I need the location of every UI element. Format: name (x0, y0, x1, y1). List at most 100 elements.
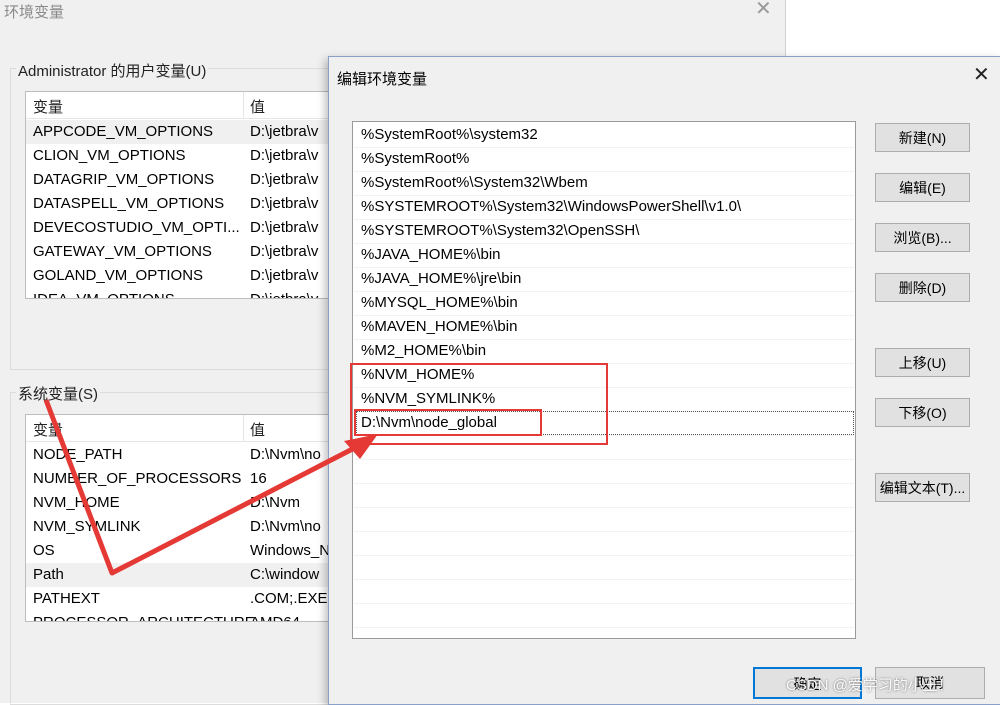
dialog-title: 环境变量 (4, 4, 65, 21)
table-row[interactable]: APPCODE_VM_OPTIONS D:\jetbra\v (26, 120, 331, 144)
column-separator[interactable] (243, 92, 244, 118)
variable-name: DATASPELL_VM_OPTIONS (33, 195, 225, 212)
variable-value: D:\jetbra\v (250, 123, 319, 140)
table-row[interactable]: GOLAND_VM_OPTIONS D:\jetbra\v (26, 264, 331, 288)
variable-name: APPCODE_VM_OPTIONS (33, 123, 214, 140)
system-variables-list[interactable]: 变量 值 NODE_PATH D:\Nvm\no NUMBER_OF_PROCESS… (25, 414, 332, 622)
path-entry-text: %MYSQL_HOME%\bin (361, 294, 518, 311)
variable-value: D:\jetbra\v (250, 291, 318, 298)
browse-button[interactable]: 浏览(B)... (875, 223, 970, 252)
path-entry-row[interactable]: %SystemRoot% (354, 147, 854, 172)
user-variables-label: Administrator 的用户变量(U) (16, 60, 209, 81)
edit-text-button[interactable]: 编辑文本(T)... (875, 473, 970, 502)
variable-name: CLION_VM_OPTIONS (33, 147, 186, 164)
variable-name: NUMBER_OF_PROCESSORS (33, 470, 242, 487)
column-header-name[interactable]: 变量 (33, 96, 63, 117)
list-header: 变量 值 (26, 92, 331, 119)
watermark: CSDN @爱学习的小王！ (786, 677, 953, 694)
variable-value: D:\jetbra\v (250, 171, 319, 188)
variable-value: D:\jetbra\v (250, 267, 319, 284)
variable-name: GOLAND_VM_OPTIONS (33, 267, 204, 284)
path-entry-text: %SystemRoot%\System32\Wbem (361, 174, 588, 191)
variable-name: PROCESSOR_ARCHITECTURE (33, 614, 255, 621)
variable-name: DATAGRIP_VM_OPTIONS (33, 171, 215, 188)
variable-value: C:\window (250, 566, 320, 583)
new-button[interactable]: 新建(N) (875, 123, 970, 152)
delete-button[interactable]: 删除(D) (875, 273, 970, 302)
path-entry-text: %SYSTEMROOT%\System32\WindowsPowerShell\… (361, 198, 742, 215)
highlight-box-node-global (354, 409, 542, 436)
table-row[interactable]: PATHEXT .COM;.EXE; (26, 587, 332, 611)
table-row[interactable]: NVM_SYMLINK D:\Nvm\no (26, 515, 331, 539)
variable-value: D:\jetbra\v (250, 219, 319, 236)
table-row[interactable]: DATAGRIP_VM_OPTIONS D:\jetbra\v (26, 168, 331, 192)
column-separator[interactable] (243, 415, 244, 441)
variable-name: PATHEXT (33, 590, 100, 607)
variable-value: 16 (250, 470, 267, 487)
variable-name: NVM_SYMLINK (33, 518, 141, 535)
move-down-button[interactable]: 下移(O) (875, 398, 970, 427)
close-icon[interactable]: ✕ (973, 65, 990, 85)
path-entry-row[interactable]: %M2_HOME%\bin (354, 339, 854, 364)
dialog-title: 编辑环境变量 (337, 71, 428, 88)
path-entry-text: %JAVA_HOME%\jre\bin (361, 270, 522, 287)
empty-row[interactable] (354, 459, 854, 484)
empty-row[interactable] (354, 579, 854, 604)
column-header-name[interactable]: 变量 (33, 419, 63, 440)
table-row[interactable]: OS Windows_N (26, 539, 331, 563)
variable-value: .COM;.EXE; (250, 590, 332, 607)
variable-value: D:\jetbra\v (250, 243, 319, 260)
variable-name: OS (33, 542, 55, 559)
variable-name: IDEA_VM_OPTIONS (33, 291, 175, 298)
variable-value: D:\jetbra\v (250, 195, 319, 212)
path-entry-text: %SYSTEMROOT%\System32\OpenSSH\ (361, 222, 640, 239)
path-entry-text: %JAVA_HOME%\bin (361, 246, 501, 263)
table-row[interactable]: GATEWAY_VM_OPTIONS D:\jetbra\v (26, 240, 331, 264)
path-entry-row[interactable]: %SYSTEMROOT%\System32\WindowsPowerShell\… (354, 195, 854, 220)
variable-name: NODE_PATH (33, 446, 123, 463)
path-entry-text: %SystemRoot%\system32 (361, 126, 538, 143)
table-row[interactable]: IDEA_VM_OPTIONS D:\jetbra\v (26, 288, 331, 298)
variable-value: AMD64 (250, 614, 300, 621)
table-row[interactable]: DEVECOSTUDIO_VM_OPTI... D:\jetbra\v (26, 216, 331, 240)
variable-value: D:\Nvm\no (250, 518, 321, 535)
column-header-value[interactable]: 值 (250, 419, 265, 440)
table-row[interactable]: DATASPELL_VM_OPTIONS D:\jetbra\v (26, 192, 331, 216)
variable-name: DEVECOSTUDIO_VM_OPTI... (33, 219, 240, 236)
variable-value: D:\Nvm (250, 494, 300, 511)
variable-name: GATEWAY_VM_OPTIONS (33, 243, 212, 260)
variable-name: NVM_HOME (33, 494, 120, 511)
empty-row[interactable] (354, 483, 854, 508)
variable-value: D:\Nvm\no (250, 446, 321, 463)
edit-button[interactable]: 编辑(E) (875, 173, 970, 202)
path-entry-text: %M2_HOME%\bin (361, 342, 487, 359)
table-row[interactable]: NUMBER_OF_PROCESSORS 16 (26, 467, 331, 491)
path-entry-row[interactable]: %SYSTEMROOT%\System32\OpenSSH\ (354, 219, 854, 244)
path-entry-row[interactable]: %MAVEN_HOME%\bin (354, 315, 854, 340)
move-up-button[interactable]: 上移(U) (875, 348, 970, 377)
path-entry-row[interactable]: %SystemRoot%\system32 (354, 123, 854, 148)
table-row[interactable]: Path C:\window (26, 563, 331, 587)
close-icon[interactable]: ✕ (755, 0, 775, 20)
empty-row[interactable] (354, 507, 854, 532)
system-variables-label: 系统变量(S) (16, 383, 100, 404)
column-header-value[interactable]: 值 (250, 96, 265, 117)
path-entry-row[interactable]: %MYSQL_HOME%\bin (354, 291, 854, 316)
list-header: 变量 值 (26, 415, 331, 442)
variable-value: Windows_N (250, 542, 331, 559)
empty-row[interactable] (354, 555, 854, 580)
table-row[interactable]: CLION_VM_OPTIONS D:\jetbra\v (26, 144, 331, 168)
path-entry-row[interactable]: %JAVA_HOME%\bin (354, 243, 854, 268)
path-entry-row[interactable]: %JAVA_HOME%\jre\bin (354, 267, 854, 292)
variable-name: Path (33, 566, 64, 583)
table-row[interactable]: NODE_PATH D:\Nvm\no (26, 443, 331, 467)
empty-row[interactable] (354, 531, 854, 556)
path-entry-row[interactable]: %SystemRoot%\System32\Wbem (354, 171, 854, 196)
table-row[interactable]: PROCESSOR_ARCHITECTUREAMD64 (26, 611, 331, 621)
table-row[interactable]: NVM_HOME D:\Nvm (26, 491, 331, 515)
empty-row[interactable] (354, 603, 854, 628)
variable-value: D:\jetbra\v (250, 147, 319, 164)
path-entry-text: %MAVEN_HOME%\bin (361, 318, 518, 335)
path-entry-text: %SystemRoot% (361, 150, 470, 167)
user-variables-list[interactable]: 变量 值 APPCODE_VM_OPTIONS D:\jetbra\v CLION_… (25, 91, 332, 299)
